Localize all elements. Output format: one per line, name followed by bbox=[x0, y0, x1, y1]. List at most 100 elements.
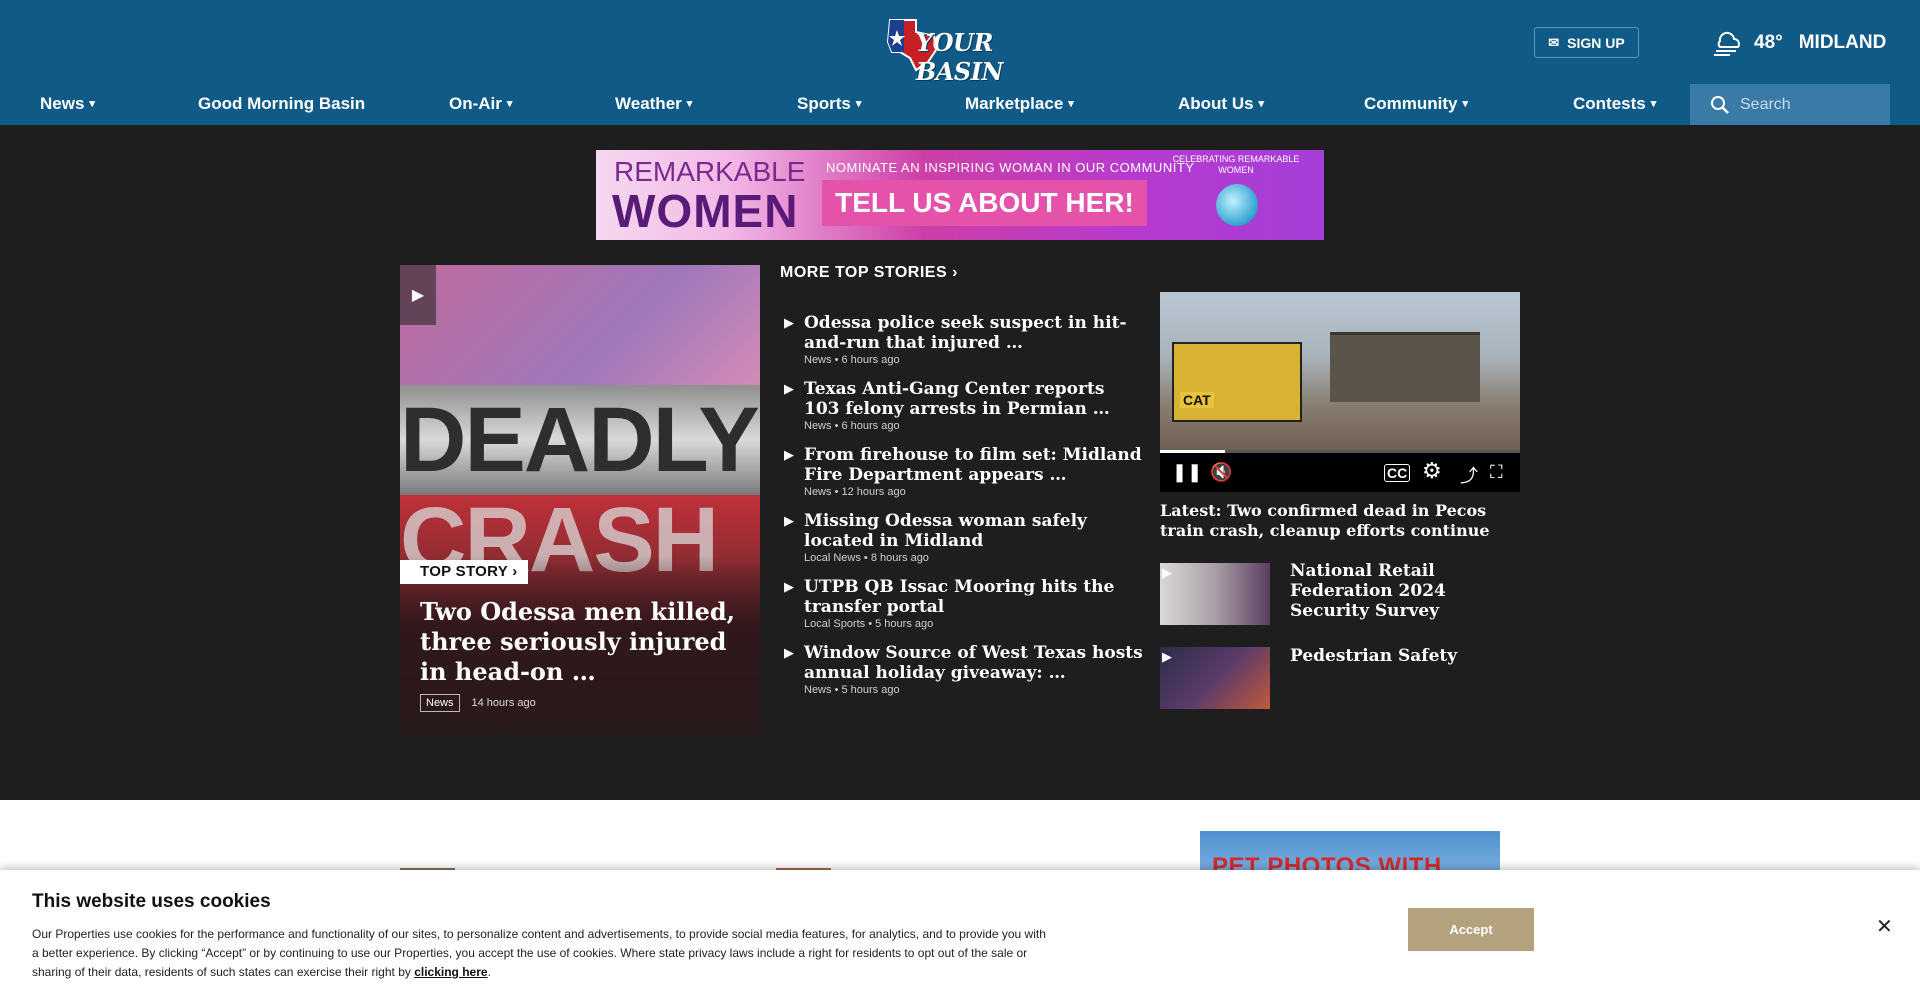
timestamp: 6 hours ago bbox=[841, 420, 900, 432]
play-icon: ▶ bbox=[784, 579, 794, 594]
story-meta: News • 5 hours ago bbox=[804, 684, 900, 696]
nav-label: Good Morning Basin bbox=[198, 94, 366, 113]
chevron-down-icon: ▾ bbox=[1068, 98, 1074, 110]
pause-icon[interactable]: ❚❚ bbox=[1172, 462, 1202, 483]
nav-item-sports[interactable]: Sports ▾ bbox=[797, 94, 861, 114]
video-overlay-text: CAT bbox=[1180, 392, 1214, 408]
timestamp: 6 hours ago bbox=[841, 354, 900, 366]
privacy-opt-out-link[interactable]: clicking here bbox=[414, 965, 487, 979]
nav-item-weather[interactable]: Weather ▾ bbox=[615, 94, 692, 114]
timestamp: 5 hours ago bbox=[875, 618, 934, 630]
close-icon[interactable]: ✕ bbox=[1876, 914, 1893, 939]
site-logo[interactable]: YOUR BASIN bbox=[882, 14, 1040, 86]
story-title: Missing Odessa woman safely located in M… bbox=[804, 511, 1087, 551]
story-meta: News • 6 hours ago bbox=[804, 420, 900, 432]
top-story-meta: News 14 hours ago bbox=[420, 694, 536, 712]
video-thumb-title[interactable]: Pedestrian Safety bbox=[1290, 646, 1520, 666]
badge-label: TOP STORY bbox=[420, 563, 508, 580]
play-icon: ▶ bbox=[1162, 565, 1172, 580]
nav-label: Community bbox=[1364, 94, 1458, 113]
chevron-right-icon: › bbox=[512, 563, 518, 580]
play-icon[interactable]: ▶ bbox=[400, 265, 436, 325]
cookie-body-text: Our Properties use cookies for the perfo… bbox=[32, 927, 1046, 979]
chevron-down-icon: ▾ bbox=[686, 98, 693, 110]
gear-icon[interactable]: ⚙ bbox=[1422, 458, 1442, 484]
play-icon: ▶ bbox=[784, 645, 794, 660]
nav-item-contests[interactable]: Contests ▾ bbox=[1573, 94, 1656, 114]
nav-item-on-air[interactable]: On-Air ▾ bbox=[449, 94, 512, 114]
chevron-down-icon: ▾ bbox=[855, 98, 862, 110]
story-meta: Local Sports • 5 hours ago bbox=[804, 618, 934, 630]
image-word-deadly: DEADLY bbox=[400, 389, 760, 491]
nav-label: Sports bbox=[797, 94, 851, 113]
story-image bbox=[400, 265, 760, 385]
chevron-down-icon: ▾ bbox=[1650, 98, 1657, 110]
video-thumbnail[interactable]: ▶ bbox=[1160, 647, 1270, 709]
nav-label: News bbox=[40, 94, 85, 113]
cookie-banner: This website uses cookies Our Properties… bbox=[0, 870, 1920, 993]
main-nav: News ▾ Good Morning Basin On-Air ▾ Weather… bbox=[0, 84, 1920, 125]
chevron-right-icon: › bbox=[952, 264, 958, 281]
mute-icon[interactable]: 🔇 bbox=[1210, 462, 1232, 483]
top-story-badge[interactable]: TOP STORY › bbox=[400, 560, 528, 584]
category: News bbox=[804, 354, 832, 366]
weather-city: MIDLAND bbox=[1798, 32, 1887, 53]
current-weather[interactable]: 48° MIDLAND bbox=[1712, 28, 1886, 58]
more-top-stories-heading[interactable]: MORE TOP STORIES › bbox=[780, 264, 958, 282]
search-icon[interactable] bbox=[1710, 95, 1730, 115]
nav-item-about-us[interactable]: About Us ▾ bbox=[1178, 94, 1264, 114]
nav-label: Marketplace bbox=[965, 94, 1064, 113]
heading-label: MORE TOP STORIES bbox=[780, 264, 948, 281]
timestamp: 5 hours ago bbox=[841, 684, 900, 696]
nav-label: Weather bbox=[615, 94, 682, 113]
story-title: From firehouse to film set: Midland Fire… bbox=[804, 445, 1142, 485]
ad-nominate-text: NOMINATE AN INSPIRING WOMAN IN OUR COMMU… bbox=[826, 160, 1195, 175]
ad-line-1: REMARKABLE bbox=[614, 156, 806, 187]
share-icon[interactable]: ⤴ bbox=[1460, 462, 1478, 488]
video-caption[interactable]: Latest: Two confirmed dead in Pecos trai… bbox=[1160, 501, 1520, 541]
video-progress-bar[interactable] bbox=[1160, 450, 1520, 453]
progress-fill bbox=[1160, 450, 1225, 453]
video-thumb-title[interactable]: National Retail Federation 2024 Security… bbox=[1290, 561, 1520, 621]
category: Local News bbox=[804, 552, 861, 564]
chevron-down-icon: ▾ bbox=[89, 98, 95, 110]
video-thumbnail[interactable]: ▶ bbox=[1160, 563, 1270, 625]
category: News bbox=[804, 684, 832, 696]
ad-line-2: WOMEN bbox=[612, 185, 799, 237]
sign-up-label: SIGN UP bbox=[1567, 34, 1625, 51]
remarkable-women-ad[interactable]: REMARKABLE WOMEN NOMINATE AN INSPIRING W… bbox=[596, 150, 1324, 240]
timestamp: 12 hours ago bbox=[841, 486, 906, 498]
timestamp: 8 hours ago bbox=[870, 552, 929, 564]
nav-label: About Us bbox=[1178, 94, 1254, 113]
search-input[interactable] bbox=[1740, 95, 1880, 114]
cookie-body: Our Properties use cookies for the perfo… bbox=[32, 927, 1046, 979]
logo-text: YOUR BASIN bbox=[916, 28, 1003, 86]
play-icon: ▶ bbox=[784, 381, 794, 396]
story-title: UTPB QB Issac Mooring hits the transfer … bbox=[804, 577, 1115, 617]
sign-up-button[interactable]: ✉ SIGN UP bbox=[1534, 27, 1639, 58]
excavator-shape bbox=[1330, 332, 1480, 402]
video-player[interactable]: CAT ❚❚ 🔇 CC ⚙ ⤴ ⛶ bbox=[1160, 292, 1520, 492]
play-icon: ▶ bbox=[784, 315, 794, 330]
nav-item-marketplace[interactable]: Marketplace ▾ bbox=[965, 94, 1074, 114]
site-header: YOUR BASIN ✉ SIGN UP 48° MIDLAND News ▾ G… bbox=[0, 0, 1920, 125]
category: News bbox=[804, 420, 832, 432]
nav-item-good-morning-basin[interactable]: Good Morning Basin bbox=[198, 94, 365, 114]
chevron-down-icon: ▾ bbox=[1462, 98, 1469, 110]
closed-captions-icon[interactable]: CC bbox=[1384, 464, 1411, 482]
play-icon: ▶ bbox=[1162, 649, 1172, 664]
top-story-card[interactable]: DEADLY CRASH ▶ TOP STORY › Two Odessa me… bbox=[400, 265, 760, 734]
fullscreen-icon[interactable]: ⛶ bbox=[1490, 462, 1503, 483]
story-meta: News • 6 hours ago bbox=[804, 354, 900, 366]
bulldozer-shape bbox=[1172, 342, 1302, 422]
timestamp: 14 hours ago bbox=[471, 697, 536, 709]
nav-item-community[interactable]: Community ▾ bbox=[1364, 94, 1468, 114]
accept-button[interactable]: Accept bbox=[1408, 908, 1534, 951]
ad-cta: TELL US ABOUT HER! bbox=[822, 180, 1147, 226]
play-icon: ▶ bbox=[784, 513, 794, 528]
cloudy-windy-icon bbox=[1714, 31, 1740, 56]
nav-item-news[interactable]: News ▾ bbox=[40, 94, 95, 114]
cookie-title: This website uses cookies bbox=[32, 891, 271, 912]
category-tag[interactable]: News bbox=[420, 694, 460, 712]
top-story-title[interactable]: Two Odessa men killed, three seriously i… bbox=[420, 597, 745, 687]
